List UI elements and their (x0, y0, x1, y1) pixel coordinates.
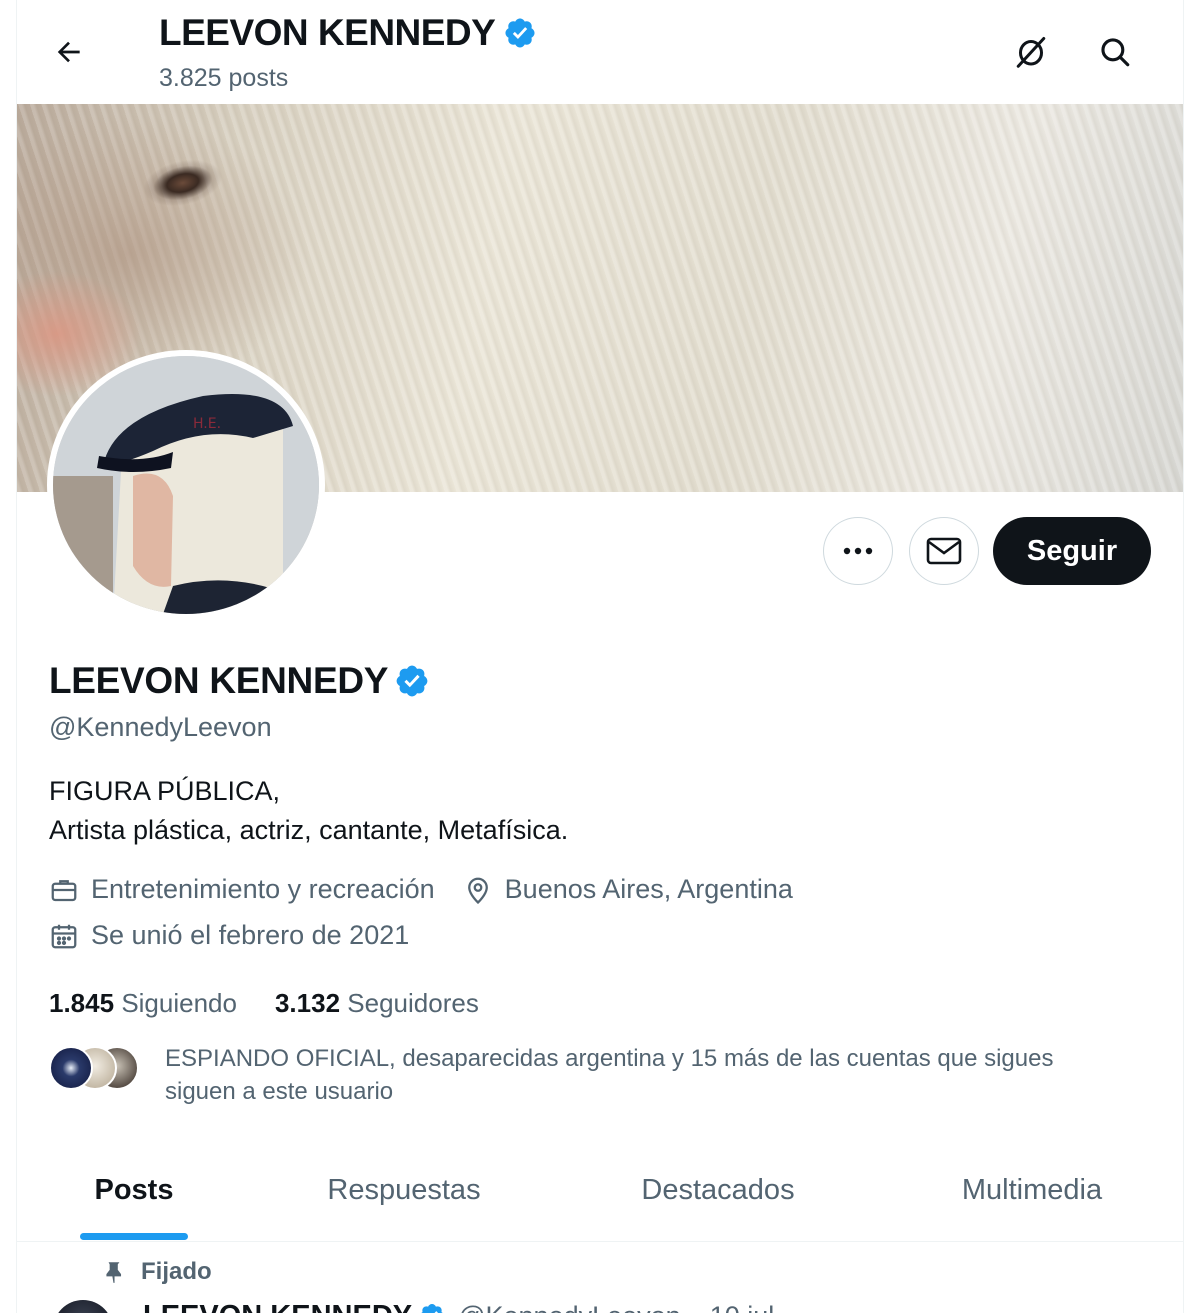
more-options-button[interactable] (823, 517, 893, 585)
arrow-left-icon (57, 41, 80, 63)
header-post-count: 3.825 posts (159, 64, 289, 92)
following-count: 1.845 (49, 988, 115, 1018)
follower-avatars (49, 1042, 149, 1090)
avatar[interactable] (53, 1300, 113, 1313)
profile-handle: @KennedyLeevon (49, 712, 272, 742)
followers-count: 3.132 (274, 988, 341, 1018)
profile-tabs: Posts Respuestas Destacados Multimedia (17, 1140, 1183, 1242)
avatar-illustration: H.E. (53, 356, 319, 614)
joined-item: Se unió el febrero de 2021 (49, 920, 409, 951)
search-icon (1101, 38, 1130, 67)
category-text: Entretenimiento y recreación (91, 874, 435, 904)
bio-line: Artista plástica, actriz, cantante, Meta… (49, 815, 569, 845)
joined-text: Se unió el febrero de 2021 (91, 920, 410, 950)
profile-avatar[interactable]: H.E. (47, 350, 325, 620)
profile-stats: 1.845 Siguiendo 3.132 Seguidores (49, 988, 517, 1019)
location-text: Buenos Aires, Argentina (504, 874, 793, 904)
svg-text:H.E.: H.E. (193, 416, 221, 432)
post-separator: · (691, 1301, 700, 1313)
bio-line: FIGURA PÚBLICA, (49, 776, 281, 806)
back-button[interactable] (45, 28, 93, 76)
avatar-photo: H.E. (53, 356, 319, 614)
grok-icon (1016, 37, 1046, 68)
pinned-label: Fijado (141, 1258, 212, 1285)
profile-header: LEEVON KENNEDY 3.825 posts (17, 0, 1183, 104)
tab-label: Posts (94, 1173, 174, 1206)
post-author-handle[interactable]: @KennedyLeevon (458, 1301, 681, 1313)
profile-name-text: LEEVON KENNEDY (49, 660, 389, 701)
more-dots-icon (843, 547, 873, 555)
tab-active-indicator (80, 1233, 188, 1240)
location-pin-icon (467, 877, 488, 904)
profile-bio: FIGURA PÚBLICA, Artista plástica, actriz… (49, 772, 568, 850)
verified-badge-icon (505, 18, 535, 48)
follow-button[interactable]: Seguir (993, 517, 1151, 585)
profile-meta-row: Entretenimiento y recreación Buenos Aire… (49, 874, 821, 905)
calendar-icon (51, 924, 77, 948)
post-date[interactable]: 10 jul (710, 1301, 775, 1313)
followers-link[interactable]: 3.132 Seguidores (275, 988, 479, 1019)
followers-you-know[interactable]: ESPIANDO OFICIAL, desaparecidas argentin… (49, 1042, 1125, 1108)
envelope-icon (926, 537, 962, 565)
header-title: LEEVON KENNEDY (159, 12, 537, 54)
post-author-name[interactable]: LEEVON KENNEDY (143, 1300, 446, 1313)
search-button[interactable] (1091, 28, 1139, 76)
tab-highlights[interactable]: Destacados (557, 1140, 879, 1240)
tab-label: Respuestas (327, 1173, 481, 1206)
pinned-post[interactable]: LEEVON KENNEDY @KennedyLeevon · 10 jul (53, 1296, 774, 1313)
tab-posts[interactable]: Posts (17, 1140, 251, 1240)
tab-media[interactable]: Multimedia (879, 1140, 1183, 1240)
post-author-name-text: LEEVON KENNEDY (143, 1300, 412, 1313)
grok-button[interactable] (1007, 28, 1055, 76)
following-label: Siguiendo (121, 988, 237, 1018)
profile-column: LEEVON KENNEDY 3.825 posts H.E. Seguir L… (16, 0, 1184, 1313)
banner-eye-detail (121, 132, 253, 226)
pinned-indicator: Fijado (101, 1258, 212, 1286)
avatar (49, 1046, 93, 1090)
category-item: Entretenimiento y recreación (49, 874, 435, 905)
tab-label: Multimedia (961, 1173, 1103, 1206)
followers-label: Seguidores (347, 988, 479, 1018)
pin-icon (106, 1262, 122, 1283)
tab-replies[interactable]: Respuestas (251, 1140, 557, 1240)
location-item: Buenos Aires, Argentina (463, 874, 793, 905)
followers-you-know-text: ESPIANDO OFICIAL, desaparecidas argentin… (165, 1045, 1054, 1105)
tab-label: Destacados (641, 1173, 795, 1206)
message-button[interactable] (909, 517, 979, 585)
profile-joined-row: Se unió el febrero de 2021 (49, 920, 437, 951)
profile-name: LEEVON KENNEDY (49, 660, 430, 702)
briefcase-icon (51, 879, 77, 901)
verified-badge-icon (421, 1304, 443, 1313)
verified-badge-icon[interactable] (394, 663, 430, 699)
header-name-text: LEEVON KENNEDY (159, 12, 496, 53)
following-link[interactable]: 1.845 Siguiendo (49, 988, 237, 1019)
